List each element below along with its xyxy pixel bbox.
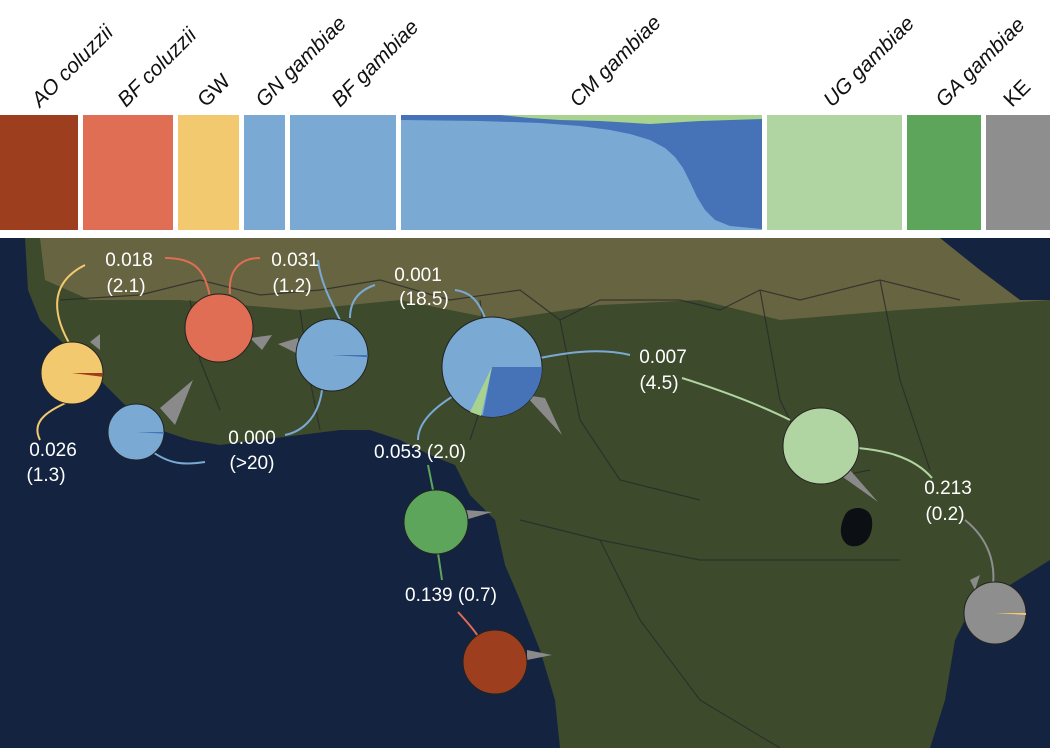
pop-label-cm-gambiae: CM gambiae [565, 11, 665, 111]
bar-bf-coluzzii [83, 115, 173, 230]
bar-cm-gambiae [401, 115, 762, 230]
stat-gw: 0.026 [29, 440, 77, 461]
site-ao-coluzzii [462, 629, 528, 695]
bar-ga-gambiae [907, 115, 981, 230]
admixture-map-figure: AO coluzzii BF coluzzii GW GN gambiae BF… [0, 11, 1050, 748]
stat-ke: 0.213 [924, 478, 972, 499]
site-ug-gambiae [782, 407, 860, 485]
pie-ga-gambiae [403, 489, 469, 555]
pie-ug-gambiae [782, 407, 860, 485]
stat-bf-gambiae-ratio: (1.2) [272, 276, 311, 297]
site-ke [963, 581, 1027, 645]
pie-bf-coluzzii [184, 293, 254, 363]
stat-bf-gambiae: 0.031 [271, 250, 319, 271]
admixture-panel: AO coluzzii BF coluzzii GW GN gambiae BF… [0, 11, 1050, 230]
stat-bf-coluzzii-ratio: (2.1) [106, 276, 145, 297]
pop-label-ao: AO coluzzii [26, 20, 119, 113]
site-gn-gambiae [107, 403, 165, 461]
stat-gw-ratio: (1.3) [26, 465, 65, 486]
site-cm-gambiae [441, 316, 543, 418]
site-ga-gambiae [403, 489, 469, 555]
bar-gn-gambiae [244, 115, 285, 230]
stat-ug-gambiae: 0.007 [639, 347, 687, 368]
stat-gn-gambiae-ratio: (>20) [230, 453, 275, 474]
pop-label-gw: GW [193, 70, 235, 112]
bar-bf-gambiae [290, 115, 396, 230]
stat-ke-ratio: (0.2) [925, 504, 964, 525]
bar-ug-gambiae [767, 115, 902, 230]
site-bf-coluzzii [184, 293, 254, 363]
stat-cm-gambiae: 0.001 [394, 265, 442, 286]
stat-cm-gambiae-ratio: (18.5) [399, 289, 449, 310]
stat-ao-coluzzii: 0.139 (0.7) [405, 585, 497, 606]
stat-ga-gambiae: 0.053 (2.0) [374, 442, 466, 463]
stat-gn-gambiae: 0.000 [228, 428, 276, 449]
pop-label-ke: KE [999, 75, 1035, 111]
stat-ug-gambiae-ratio: (4.5) [639, 373, 678, 394]
bar-ao-coluzzii [0, 115, 78, 230]
bar-gw [178, 115, 239, 230]
bar-ke [986, 115, 1050, 230]
site-gw [40, 341, 104, 405]
pie-ao-coluzzii [462, 629, 528, 695]
stat-bf-coluzzii: 0.018 [105, 250, 153, 271]
pop-label-ug-gambiae: UG gambiae [819, 12, 919, 112]
pop-label-bf-coluzzii: BF coluzzii [113, 23, 202, 112]
site-bf-gambiae [295, 318, 369, 392]
